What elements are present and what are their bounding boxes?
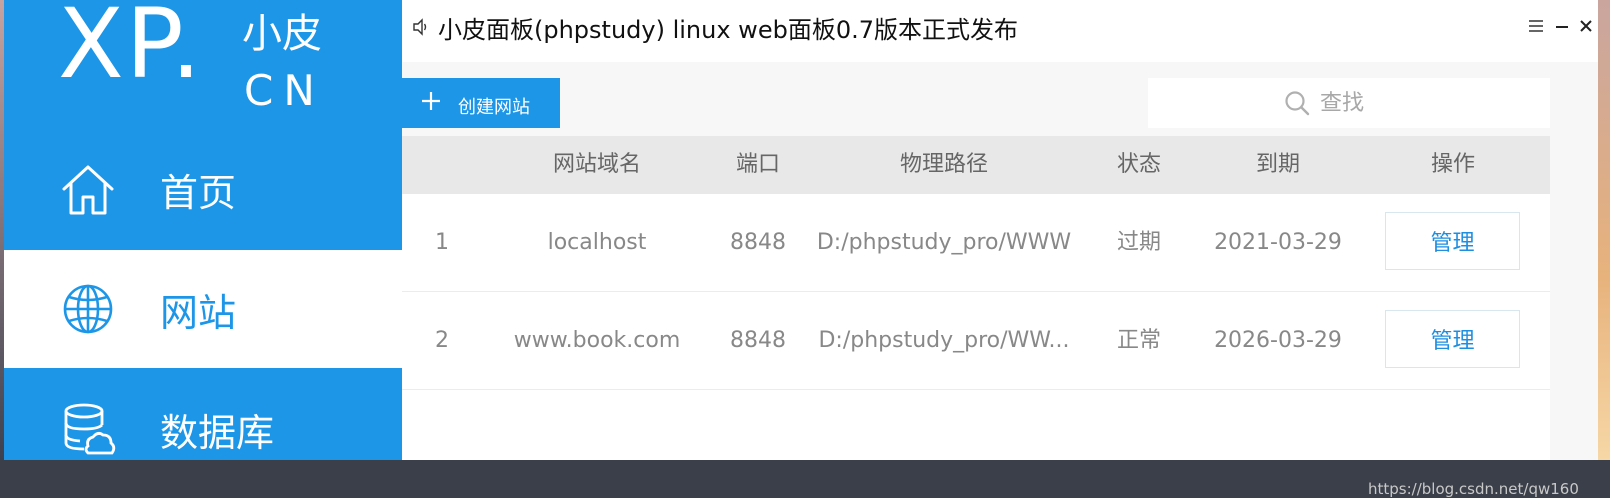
sidebar-item-label: 首页 [160, 170, 237, 215]
window-minimize-button[interactable] [1550, 14, 1574, 38]
row-path: D:/phpstudy_pro/WWW [816, 230, 1072, 255]
table-empty-area [402, 390, 1550, 460]
minimize-icon [1556, 26, 1568, 28]
row-domain: localhost [547, 230, 647, 255]
database-icon [64, 403, 116, 455]
manage-button[interactable]: 管理 [1385, 310, 1520, 368]
row-index: 1 [435, 230, 449, 255]
sidebar-item-website[interactable]: 网站 [4, 250, 402, 368]
column-header-status: 状态 [1116, 152, 1161, 177]
row-domain: www.book.com [513, 328, 681, 353]
search-input[interactable] [1318, 87, 1522, 119]
row-port: 8848 [730, 230, 786, 255]
row-status: 过期 [1116, 230, 1161, 255]
column-header-domain: 网站域名 [552, 152, 641, 177]
sidebar-item-label: 网站 [160, 290, 237, 335]
column-header-port: 端口 [735, 152, 780, 177]
search-icon [1285, 91, 1310, 116]
plus-icon [422, 92, 440, 110]
table-header: 网站域名 端口 物理路径 状态 到期 操作 [402, 136, 1550, 194]
desktop-background-right [1598, 0, 1610, 460]
row-path: D:/phpstudy_pro/WW... [818, 328, 1070, 353]
column-header-path: 物理路径 [899, 152, 988, 177]
create-website-label: 创建网站 [458, 97, 530, 118]
row-expiry: 2021-03-29 [1214, 230, 1342, 255]
window-title: 小皮面板(phpstudy) linux web面板0.7版本正式发布 [438, 16, 1018, 44]
create-website-button[interactable]: 创建网站 [402, 78, 560, 128]
column-header-expiry: 到期 [1255, 152, 1300, 177]
manage-button[interactable]: 管理 [1385, 212, 1520, 270]
window-close-button[interactable] [1574, 14, 1598, 38]
sidebar-item-home[interactable]: 首页 [4, 130, 402, 248]
main-window: 小皮面板(phpstudy) linux web面板0.7版本正式发布 创建网站 [402, 0, 1598, 498]
logo-mark: XP. [58, 0, 204, 100]
home-icon [62, 165, 114, 215]
title-bar[interactable]: 小皮面板(phpstudy) linux web面板0.7版本正式发布 [402, 0, 1598, 60]
column-header-index [402, 136, 482, 194]
close-icon [1580, 20, 1592, 32]
speaker-icon [413, 18, 427, 36]
globe-icon [63, 284, 113, 334]
table-row: 1 localhost 8848 D:/phpstudy_pro/WWW 过期 … [402, 194, 1550, 292]
sidebar-item-label: 数据库 [160, 410, 275, 455]
table-row: 2 www.book.com 8848 D:/phpstudy_pro/WW..… [402, 292, 1550, 390]
app-logo: XP. 小皮 CN [4, 0, 402, 125]
row-status: 正常 [1116, 328, 1161, 353]
row-index: 2 [435, 328, 449, 353]
logo-cn-top: 小皮 [242, 11, 322, 57]
sidebar: XP. 小皮 CN 首页 网站 数据库 [4, 0, 402, 460]
sidebar-item-database[interactable]: 数据库 [4, 370, 402, 488]
menu-icon [1529, 20, 1543, 32]
row-expiry: 2026-03-29 [1214, 328, 1342, 353]
row-port: 8848 [730, 328, 786, 353]
window-menu-button[interactable] [1524, 14, 1548, 38]
search-box[interactable] [1148, 78, 1550, 128]
logo-cn-bottom: CN [244, 66, 325, 115]
watermark: https://blog.csdn.net/qw160 [1368, 480, 1579, 498]
website-panel: 创建网站 网站域名 端口 物理路径 状态 到期 操作 1 localhost [402, 62, 1598, 498]
column-header-action: 操作 [1430, 152, 1475, 177]
